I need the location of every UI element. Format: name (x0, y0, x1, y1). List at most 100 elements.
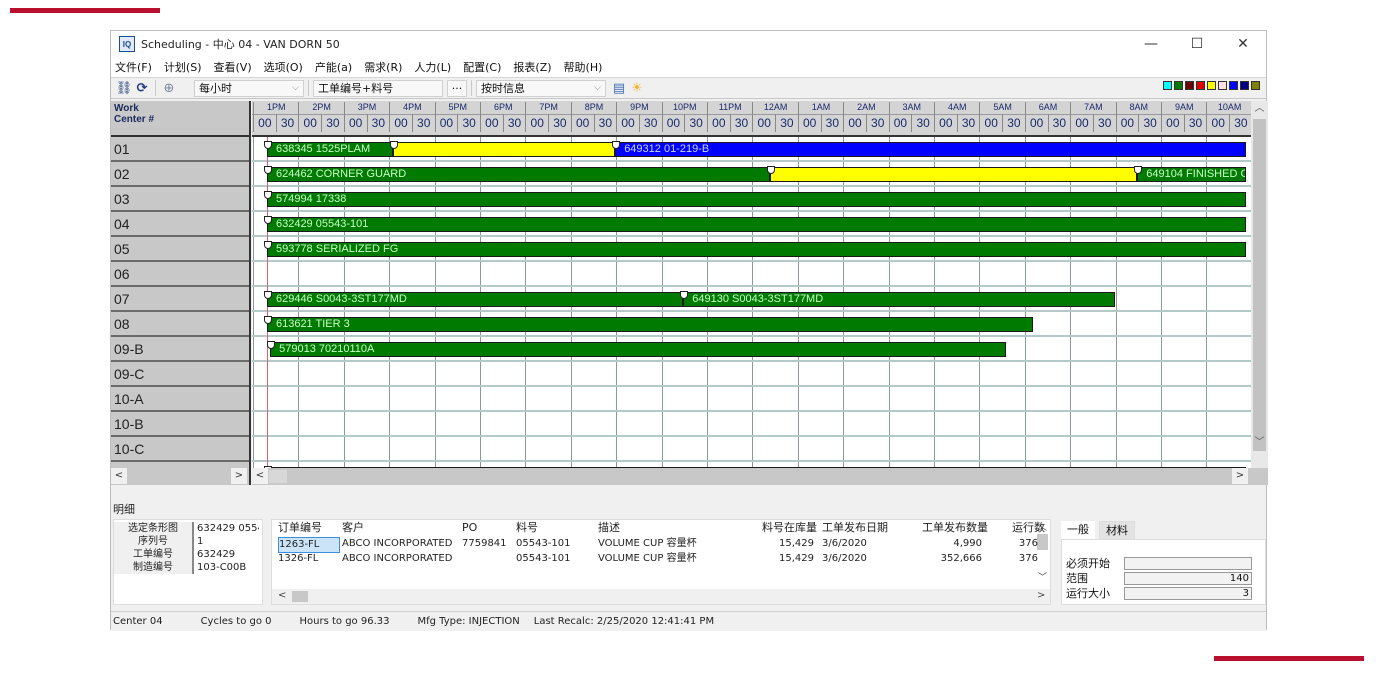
work-center-row[interactable]: 02 (111, 162, 249, 187)
table-cell[interactable]: 05543-101 (516, 537, 586, 551)
menu-item[interactable]: 配置(C) (463, 59, 501, 75)
tab-general[interactable]: 一般 (1061, 521, 1095, 539)
table-cell[interactable]: 1263-FL (278, 537, 340, 553)
table-column-header[interactable]: PO (462, 521, 512, 535)
job-start-marker[interactable] (263, 141, 272, 149)
job-start-marker[interactable] (263, 216, 272, 224)
work-center-row[interactable]: 09-C (111, 362, 249, 387)
job-start-marker[interactable] (263, 191, 272, 199)
scroll-thumb[interactable] (292, 591, 308, 602)
table-hscrollbar[interactable]: < > (272, 589, 1050, 604)
job-bar[interactable]: 632429 05543-101 (266, 217, 1247, 232)
menu-item[interactable]: 帮助(H) (564, 59, 603, 75)
menu-item[interactable]: 计划(S) (164, 59, 202, 75)
table-cell[interactable]: 4,990 (922, 537, 982, 551)
color-swatch[interactable] (1229, 81, 1238, 90)
table-column-header[interactable]: 料号在库量 (762, 521, 817, 535)
gantt-chart-area[interactable]: 638345 1525PLAM 649312 01-219-B 624462 COR… (252, 137, 1251, 468)
work-center-row[interactable]: 08 (111, 312, 249, 337)
job-start-marker[interactable] (263, 291, 272, 299)
scroll-thumb[interactable] (269, 470, 287, 483)
color-swatch[interactable] (1240, 81, 1249, 90)
general-field-input[interactable]: 3 (1124, 586, 1252, 600)
work-center-hscrollbar[interactable]: < > (111, 468, 251, 485)
scroll-down-icon[interactable]: ﹀ (1038, 570, 1047, 583)
color-swatch[interactable] (1218, 81, 1227, 90)
color-swatch[interactable] (1174, 81, 1183, 90)
table-cell[interactable]: 05543-101 (516, 552, 586, 566)
work-center-row[interactable]: 10-B (111, 412, 249, 437)
color-swatch[interactable] (1163, 81, 1172, 90)
job-bar[interactable]: 613621 TIER 3 (266, 317, 1033, 332)
work-center-row[interactable]: 04 (111, 212, 249, 237)
work-center-row[interactable]: 10-A (111, 387, 249, 412)
scroll-left-icon[interactable]: < (111, 468, 127, 484)
table-column-header[interactable]: 客户 (342, 521, 452, 535)
job-bar[interactable]: 638345 1525PLAM (266, 142, 393, 157)
menu-item[interactable]: 人力(L) (414, 59, 451, 75)
work-center-row[interactable]: 07 (111, 287, 249, 312)
scroll-right-icon[interactable]: > (1037, 590, 1045, 601)
scroll-down-icon[interactable]: ﹀ (1251, 435, 1268, 451)
job-bar[interactable] (392, 142, 616, 157)
job-start-marker[interactable] (263, 166, 272, 174)
scroll-up-icon[interactable]: ︿ (1251, 101, 1268, 117)
job-bar[interactable]: 629446 S0043-3ST177MD (266, 292, 684, 307)
menu-item[interactable]: 选项(O) (264, 59, 303, 75)
label-select[interactable]: 工单编号+料号 (313, 79, 443, 97)
zoom-icon[interactable]: ⊕ (160, 79, 178, 97)
table-cell[interactable]: ABCO INCORPORATED (342, 552, 452, 566)
general-field-input[interactable] (1124, 556, 1252, 570)
minimize-button[interactable]: — (1128, 31, 1174, 57)
scroll-thumb[interactable] (1253, 119, 1266, 451)
table-cell[interactable]: 15,429 (762, 552, 814, 566)
ellipsis-button[interactable]: ··· (447, 79, 467, 97)
color-swatch[interactable] (1207, 81, 1216, 90)
maximize-button[interactable]: ☐ (1174, 31, 1220, 57)
table-cell[interactable]: 3/6/2020 (822, 552, 902, 566)
work-center-row[interactable]: 05 (111, 237, 249, 262)
menu-item[interactable]: 产能(a) (315, 59, 352, 75)
scroll-left-icon[interactable]: < (252, 468, 268, 484)
table-column-header[interactable]: 描述 (598, 521, 748, 535)
work-center-row[interactable]: 09-B (111, 337, 249, 362)
menu-item[interactable]: 报表(Z) (513, 59, 551, 75)
work-center-row[interactable]: 06 (111, 262, 249, 287)
job-bar[interactable]: 624462 CORNER GUARD (266, 167, 770, 182)
menu-item[interactable]: 文件(F) (115, 59, 152, 75)
scroll-left-icon[interactable]: < (278, 590, 286, 601)
table-column-header[interactable]: 工单发布日期 (822, 521, 902, 535)
job-bar[interactable] (769, 167, 1138, 182)
job-bar[interactable]: 649104 FINISHED GOODS (1137, 167, 1247, 182)
table-column-header[interactable]: 工单发布数量 (922, 521, 988, 535)
table-cell[interactable]: 7759841 (462, 537, 512, 551)
job-bar[interactable]: 649312 01-219-B (615, 142, 1247, 157)
scroll-right-icon[interactable]: > (231, 468, 247, 484)
close-button[interactable]: ✕ (1220, 31, 1266, 57)
table-column-header[interactable]: 料号 (516, 521, 586, 535)
work-center-row[interactable]: 10-C (111, 437, 249, 462)
color-swatch[interactable] (1251, 81, 1260, 90)
table-cell[interactable]: 352,666 (922, 552, 982, 566)
info-select[interactable]: 按时信息 ⌵ (476, 79, 606, 97)
timeline-hscrollbar[interactable]: < > (252, 468, 1268, 485)
work-center-row[interactable]: 01 (111, 137, 249, 162)
color-swatch[interactable] (1196, 81, 1205, 90)
vertical-scrollbar[interactable]: ︿ ﹀ (1251, 101, 1268, 468)
scroll-thumb[interactable] (1037, 534, 1048, 550)
job-bar[interactable]: 579013 70210110A (270, 342, 1006, 357)
table-column-header[interactable]: 订单编号 (278, 521, 338, 535)
table-cell[interactable]: 376 (1012, 537, 1038, 551)
menu-item[interactable]: 查看(V) (214, 59, 252, 75)
table-cell[interactable]: VOLUME CUP 容量杯 (598, 552, 748, 566)
job-start-marker[interactable] (389, 141, 398, 149)
menu-item[interactable]: 需求(R) (364, 59, 402, 75)
color-swatch[interactable] (1185, 81, 1194, 90)
job-bar[interactable]: 593778 SERIALIZED FG (266, 242, 1247, 257)
work-center-row[interactable]: 03 (111, 187, 249, 212)
job-start-marker[interactable] (263, 241, 272, 249)
scroll-right-icon[interactable]: > (1232, 468, 1248, 484)
table-cell[interactable]: 3/6/2020 (822, 537, 902, 551)
table-cell[interactable]: 15,429 (762, 537, 814, 551)
interval-select[interactable]: 每小时 ⌵ (194, 79, 304, 97)
